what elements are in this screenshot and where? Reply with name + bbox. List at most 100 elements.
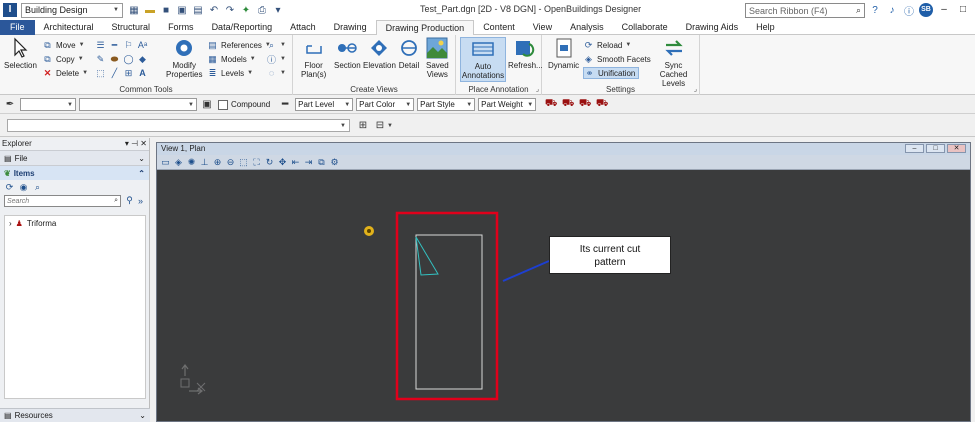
rotate-view-icon[interactable]: ↻ [264, 157, 275, 168]
element-selection-icon[interactable]: ☰ [95, 40, 106, 51]
line-style-icon[interactable]: ━ [109, 40, 120, 51]
information-button[interactable]: ⓘ ▼ [266, 53, 286, 65]
edit-icon[interactable]: ✎ [95, 54, 106, 65]
references-button[interactable]: ▤ References ▼ [207, 39, 271, 51]
clip-icon[interactable]: ⊥ [199, 157, 210, 168]
tree-item-triforma[interactable]: › ♟ Triforma [5, 216, 145, 231]
line-icon[interactable]: ╱ [109, 68, 120, 79]
floor-plans-button[interactable]: Floor Plan(s) [301, 37, 326, 79]
fill-icon[interactable]: ⬬ [109, 54, 120, 65]
pan-view-icon[interactable]: ✥ [277, 157, 288, 168]
view-previous-icon[interactable]: ⇤ [290, 157, 301, 168]
workspace-icon[interactable]: ▦ [127, 3, 141, 17]
explorer-section-file[interactable]: ▤ File ⌄ [0, 150, 149, 165]
save-all-icon[interactable]: ▣ [175, 3, 189, 17]
customize-qat-icon[interactable]: ▾ [271, 3, 285, 17]
notification-bell-icon[interactable]: ♪ [885, 3, 899, 17]
view-settings-icon[interactable]: ⚙ [329, 157, 340, 168]
tab-collaborate[interactable]: Collaborate [613, 20, 677, 35]
items-browser-icon[interactable]: ◉ [18, 182, 29, 193]
pin-icon[interactable]: ⊣ [131, 139, 138, 148]
compound-checkbox[interactable] [218, 99, 228, 110]
search-icon[interactable]: ⌕ [114, 197, 118, 205]
pin-icon[interactable]: ✦ [239, 3, 253, 17]
dynamic-button[interactable]: Dynamic [548, 37, 579, 70]
tab-drawing-production[interactable]: Drawing Production [375, 20, 475, 36]
user-avatar[interactable]: SB [919, 3, 933, 17]
dialog-launcher-icon[interactable]: ⌟ [536, 85, 539, 93]
text-style-icon[interactable]: Aᵃ [137, 40, 148, 51]
undo-icon[interactable]: ↶ [207, 3, 221, 17]
search-ribbon-input[interactable]: Search Ribbon (F4) ⌕ [745, 3, 865, 18]
tab-forms[interactable]: Forms [159, 20, 203, 35]
tab-help[interactable]: Help [747, 20, 784, 35]
part-tool-2-icon[interactable]: ⛟ [561, 98, 575, 112]
chevron-down-icon[interactable]: ▼ [340, 123, 346, 129]
part-level-combo[interactable]: Part Level ▼ [295, 98, 354, 111]
tab-drawing-aids[interactable]: Drawing Aids [677, 20, 748, 35]
circle-icon[interactable]: ◯ [123, 54, 134, 65]
view-attributes-icon[interactable]: ▭ [160, 157, 171, 168]
help-icon[interactable]: ? [868, 3, 882, 17]
auto-annotations-button[interactable]: Auto Annotations [460, 37, 506, 82]
eyedropper-icon[interactable]: ✒ [3, 98, 17, 112]
template-combo[interactable]: ▼ [79, 98, 197, 111]
tab-data-reporting[interactable]: Data/Reporting [203, 20, 282, 35]
view-next-icon[interactable]: ⇥ [303, 157, 314, 168]
workflow-select[interactable]: Building Design ▼ [21, 2, 123, 18]
sync-cached-levels-button[interactable]: Sync Cached Levels [648, 37, 699, 88]
saved-views-button[interactable]: Saved Views [426, 37, 449, 79]
tab-content[interactable]: Content [474, 20, 524, 35]
refresh-button[interactable]: Refresh... [508, 37, 543, 70]
explorer-section-resources[interactable]: ▤ Resources ⌄ [0, 408, 150, 422]
openbuildings-logo-icon[interactable]: I [3, 3, 17, 17]
tab-attach[interactable]: Attach [281, 20, 325, 35]
tab-view[interactable]: View [524, 20, 561, 35]
tab-analysis[interactable]: Analysis [561, 20, 613, 35]
part-weight-combo[interactable]: Part Weight ▼ [478, 98, 537, 111]
layer-display-icon[interactable]: ▣ [200, 98, 214, 112]
maximize-icon[interactable]: □ [926, 144, 945, 153]
delete-button[interactable]: ✕ Delete ▼ [42, 67, 88, 79]
zoom-in-icon[interactable]: ⊕ [212, 157, 223, 168]
tab-structural[interactable]: Structural [103, 20, 160, 35]
unification-toggle[interactable]: ⚭ Unification [583, 67, 640, 79]
explorer-search-input[interactable]: Search ⌕ [4, 195, 121, 207]
part-outline[interactable] [415, 234, 483, 390]
minimize-icon[interactable]: – [936, 2, 952, 18]
chevron-down-icon[interactable]: ▼ [387, 123, 393, 129]
key-in-browser-icon[interactable]: ⊞ [356, 119, 370, 133]
key-in-filter-icon[interactable]: ⊟ [373, 119, 387, 133]
detail-button[interactable]: Detail [398, 37, 420, 70]
reload-button[interactable]: ⟳ Reload ▼ [583, 39, 632, 51]
drawing-canvas[interactable] [157, 171, 970, 421]
modify-properties-button[interactable]: Modify Properties [166, 37, 202, 79]
chevron-down-icon[interactable]: ▾ [125, 139, 129, 148]
lighting-icon[interactable]: ✺ [186, 157, 197, 168]
zoom-out-icon[interactable]: ⊖ [225, 157, 236, 168]
tab-architectural[interactable]: Architectural [35, 20, 103, 35]
search-options-icon[interactable]: ⚲ [124, 195, 135, 206]
tab-drawing[interactable]: Drawing [325, 20, 376, 35]
find-button[interactable]: ⌕ ▼ [266, 39, 286, 51]
print-icon[interactable]: ⎙ [255, 3, 269, 17]
search-icon[interactable]: ⌕ [856, 5, 861, 16]
selection-button[interactable]: Selection [4, 37, 37, 70]
close-icon[interactable]: ✕ [140, 139, 147, 148]
save-settings-icon[interactable]: ▤ [191, 3, 205, 17]
section-button[interactable]: Section [334, 37, 361, 70]
fence-icon[interactable]: ⬚ [95, 68, 106, 79]
elevation-button[interactable]: Elevation [363, 37, 396, 70]
copy-view-icon[interactable]: ⧉ [316, 157, 327, 168]
display-style-icon[interactable]: ◈ [173, 157, 184, 168]
minimize-icon[interactable]: – [905, 144, 924, 153]
copy-button[interactable]: ⧉ Copy ▼ [42, 53, 83, 65]
cut-pattern[interactable] [415, 236, 439, 276]
line-weight-icon[interactable]: ━ [278, 98, 292, 112]
part-tool-1-icon[interactable]: ⛟ [544, 98, 558, 112]
expand-arrow-icon[interactable]: › [9, 219, 12, 228]
levels-button[interactable]: ≣ Levels ▼ [207, 67, 253, 79]
open-folder-icon[interactable]: ▬ [143, 3, 157, 17]
info-icon[interactable]: ⓘ [902, 3, 916, 18]
part-tool-3-icon[interactable]: ⛟ [578, 98, 592, 112]
